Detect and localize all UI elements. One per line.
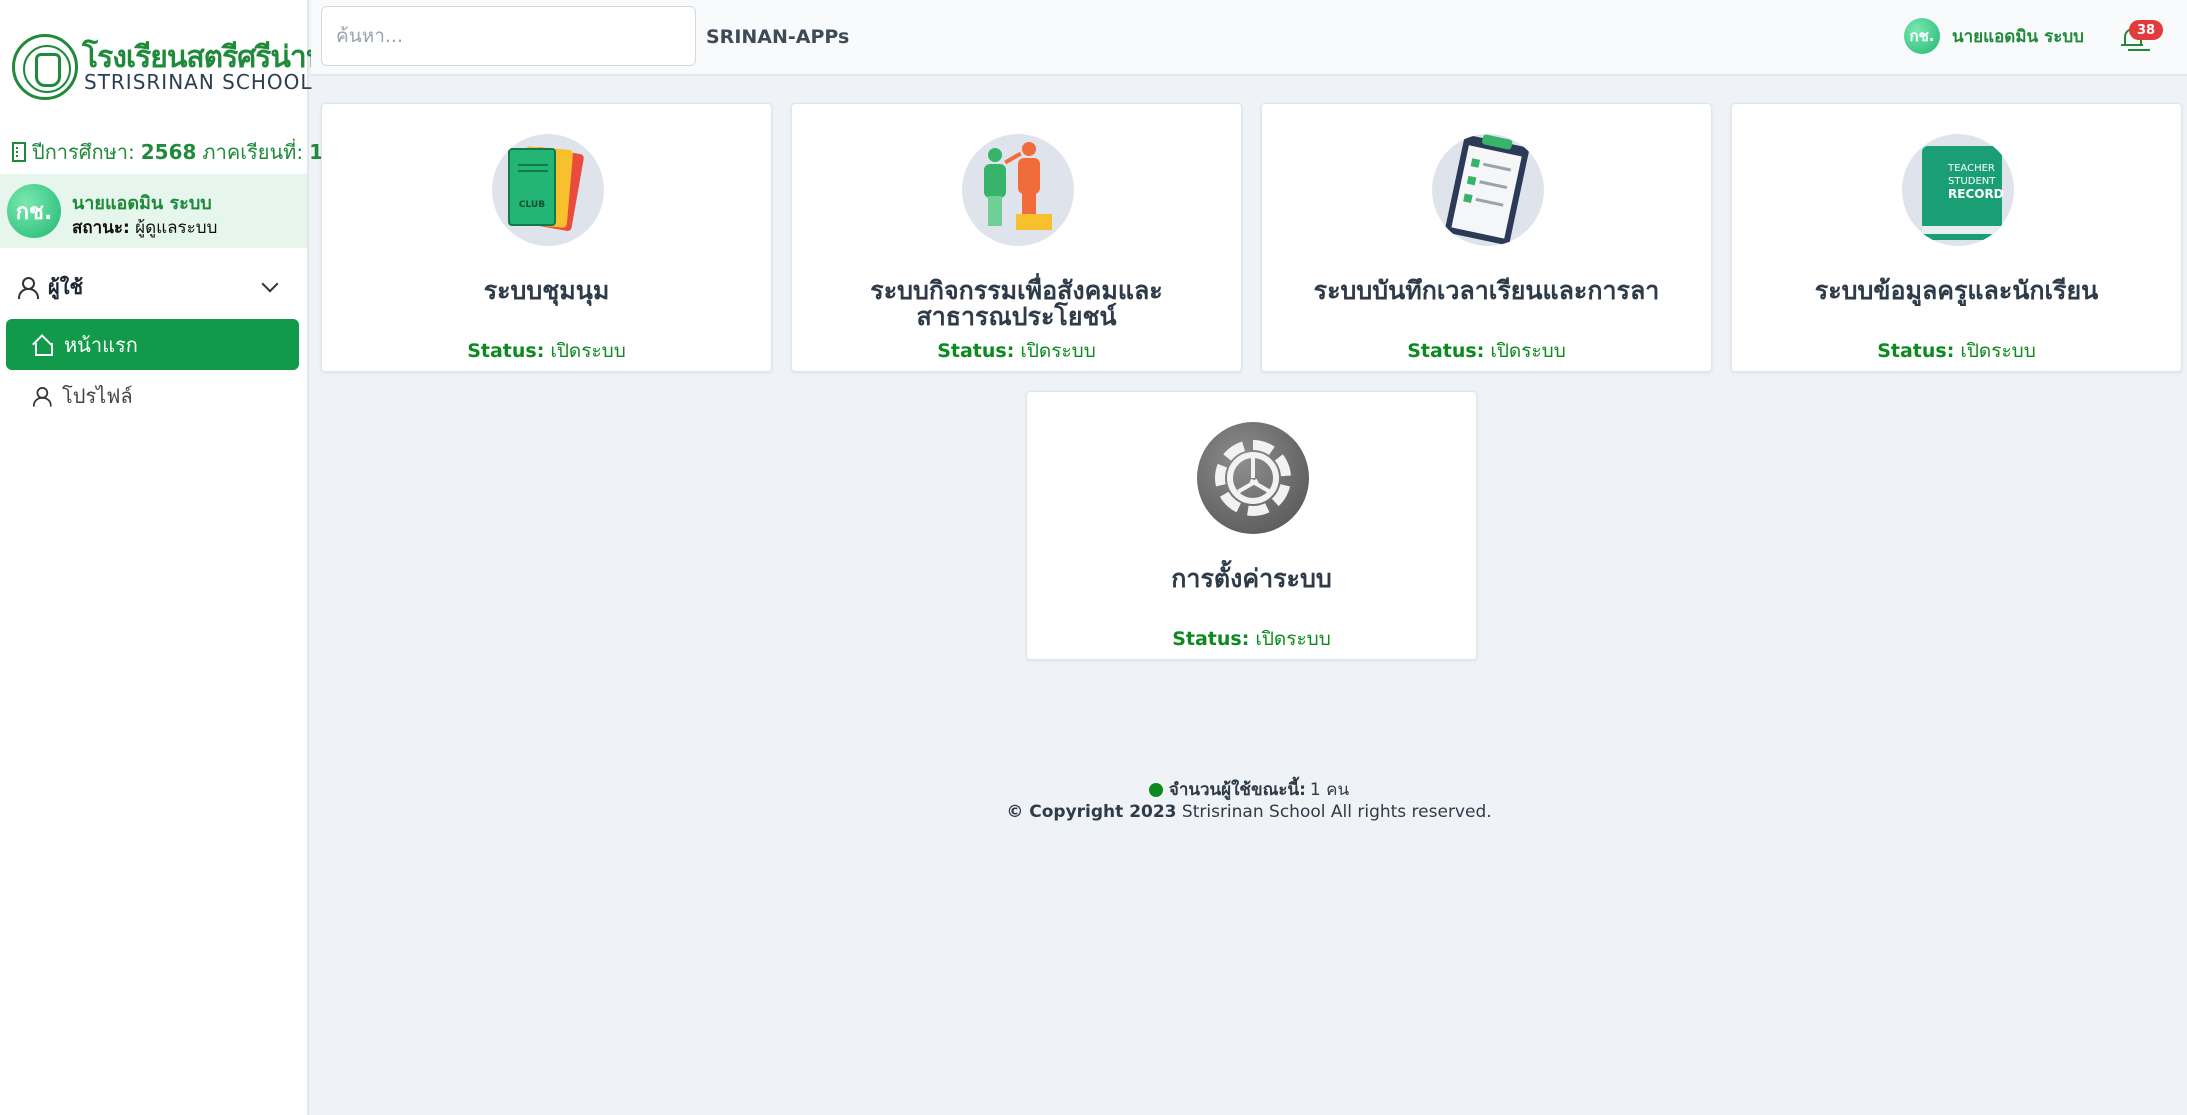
club-label: CLUB bbox=[518, 200, 546, 210]
card-status: Status: เปิดระบบ bbox=[1262, 336, 1711, 366]
avatar: กช. bbox=[1904, 18, 1940, 54]
avatar: กช. bbox=[7, 184, 61, 238]
user-card: กช. นายแอดมิน ระบบ สถานะ: ผู้ดูแลระบบ bbox=[0, 174, 307, 248]
card-status-label: Status: bbox=[1172, 628, 1250, 650]
app-card-social-activity[interactable]: ระบบกิจกรรมเพื่อสังคมและสาธารณประโยชน์ S… bbox=[791, 103, 1242, 372]
card-status: Status: เปิดระบบ bbox=[1027, 624, 1476, 654]
online-label: จำนวนผู้ใช้ขณะนี้: bbox=[1168, 780, 1306, 800]
club-books-icon: CLUB bbox=[492, 134, 604, 246]
copyright: © Copyright 2023 Strisrinan School All r… bbox=[311, 802, 2187, 822]
gear-icon bbox=[1197, 422, 1309, 534]
sidebar-item-home[interactable]: หน้าแรก bbox=[6, 319, 299, 370]
sidebar-section-label: ผู้ใช้ bbox=[48, 275, 84, 299]
copyright-year: © Copyright 2023 bbox=[1006, 802, 1177, 822]
user-status: สถานะ: ผู้ดูแลระบบ bbox=[72, 214, 217, 241]
card-status: Status: เปิดระบบ bbox=[322, 336, 771, 366]
school-seal-icon bbox=[12, 34, 78, 100]
card-status-label: Status: bbox=[937, 340, 1015, 362]
card-title: ระบบข้อมูลครูและนักเรียน bbox=[1814, 276, 2099, 305]
user-name: นายแอดมิน ระบบ bbox=[72, 193, 212, 214]
card-status-value: เปิดระบบ bbox=[1020, 340, 1096, 362]
card-title: ระบบชุมนุม bbox=[483, 276, 610, 305]
sidebar-section-users[interactable]: ผู้ใช้ bbox=[16, 272, 282, 302]
chevron-down-icon[interactable] bbox=[261, 275, 279, 293]
online-users: จำนวนผู้ใช้ขณะนี้: 1 คน bbox=[0, 776, 2187, 803]
card-status-value: เปิดระบบ bbox=[1960, 340, 2036, 362]
sidebar-item-profile[interactable]: โปรไฟล์ bbox=[6, 376, 299, 416]
copyright-text: Strisrinan School All rights reserved. bbox=[1181, 802, 1492, 822]
online-count: 1 คน bbox=[1309, 780, 1350, 800]
card-title: ระบบกิจกรรมเพื่อสังคมและสาธารณประโยชน์ bbox=[870, 276, 1163, 331]
school-logo[interactable]: โรงเรียนสตรีศรีน่าน STRISRINAN SCHOOL bbox=[10, 32, 326, 102]
card-status: Status: เปิดระบบ bbox=[1732, 336, 2181, 366]
online-dot-icon bbox=[1148, 782, 1163, 797]
header-user-menu[interactable]: กช. นายแอดมิน ระบบ bbox=[1904, 18, 2084, 54]
app-card-club[interactable]: CLUB ระบบชุมนุม Status: เปิดระบบ bbox=[321, 103, 772, 372]
header-user-name: นายแอดมิน ระบบ bbox=[1952, 26, 2084, 47]
home-icon bbox=[32, 335, 53, 356]
record-line-3: RECORD bbox=[1948, 187, 2004, 201]
user-status-value: ผู้ดูแลระบบ bbox=[135, 218, 218, 238]
app-brand: SRINAN-APPs bbox=[706, 26, 850, 48]
card-status-value: เปิดระบบ bbox=[1255, 628, 1331, 650]
sidebar: โรงเรียนสตรีศรีน่าน STRISRINAN SCHOOL ปี… bbox=[0, 0, 326, 1115]
notification-badge: 38 bbox=[2129, 20, 2163, 40]
user-status-label: สถานะ: bbox=[72, 218, 130, 238]
semester-label: ภาคเรียนที่: bbox=[202, 140, 304, 164]
building-icon bbox=[12, 142, 26, 162]
year-label: ปีการศึกษา: bbox=[32, 140, 135, 164]
app-card-attendance[interactable]: ระบบบันทึกเวลาเรียนและการลา Status: เปิด… bbox=[1261, 103, 1712, 372]
app-card-settings[interactable]: การตั้งค่าระบบ Status: เปิดระบบ bbox=[1026, 391, 1477, 660]
app-card-records[interactable]: TEACHER STUDENT RECORD ระบบข้อมูลครูและน… bbox=[1731, 103, 2182, 372]
academic-term: ปีการศึกษา: 2568 ภาคเรียนที่: 1 bbox=[12, 136, 323, 168]
card-status-label: Status: bbox=[1877, 340, 1955, 362]
clipboard-checklist-icon bbox=[1432, 134, 1544, 246]
record-line-1: TEACHER bbox=[1948, 163, 1995, 174]
user-icon bbox=[16, 276, 39, 299]
record-book-icon: TEACHER STUDENT RECORD bbox=[1902, 134, 2014, 246]
card-status: Status: เปิดระบบ bbox=[792, 336, 1241, 366]
card-title: ระบบบันทึกเวลาเรียนและการลา bbox=[1313, 276, 1660, 305]
search-input[interactable] bbox=[321, 6, 696, 66]
card-status-label: Status: bbox=[467, 340, 545, 362]
card-status-value: เปิดระบบ bbox=[550, 340, 626, 362]
card-status-value: เปิดระบบ bbox=[1490, 340, 1566, 362]
school-name-en: STRISRINAN SCHOOL bbox=[84, 70, 313, 94]
volunteers-icon bbox=[962, 134, 1074, 246]
sidebar-item-label: หน้าแรก bbox=[64, 332, 138, 357]
card-title: การตั้งค่าระบบ bbox=[1171, 564, 1332, 593]
card-status-label: Status: bbox=[1407, 340, 1485, 362]
user-icon bbox=[31, 386, 52, 407]
sidebar-item-label: โปรไฟล์ bbox=[62, 384, 133, 408]
year-value: 2568 bbox=[140, 140, 197, 164]
top-header: SRINAN-APPs กช. นายแอดมิน ระบบ 38 bbox=[311, 0, 2187, 76]
